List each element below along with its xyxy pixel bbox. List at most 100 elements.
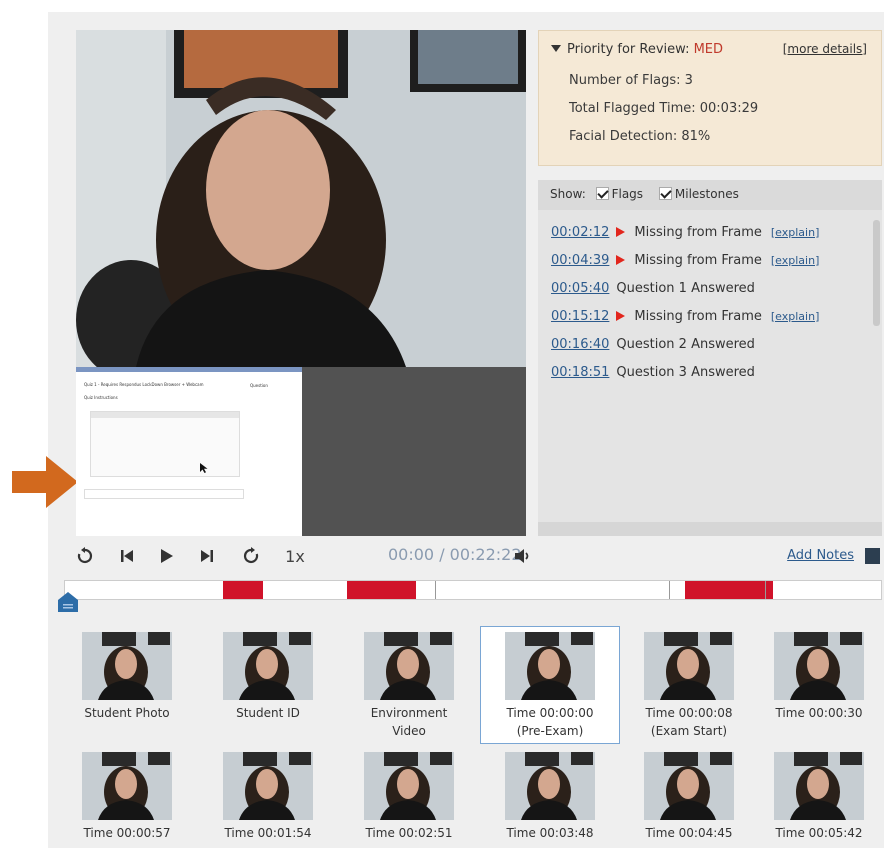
skip-forward-icon [201, 550, 213, 562]
flag-segment[interactable] [347, 581, 416, 599]
priority-label: Priority for Review: [567, 42, 694, 57]
skip-back-button[interactable] [116, 544, 138, 568]
event-time-link[interactable]: 00:04:39 [551, 253, 609, 268]
thumbnail-time-00-00-30[interactable]: Time 00:00:30 [756, 632, 882, 740]
webcam-feed [76, 30, 526, 367]
thumbnail-time[interactable]: Time 00:03:48 [487, 752, 613, 842]
event-time-link[interactable]: 00:16:40 [551, 337, 609, 352]
milestone-marker[interactable] [435, 581, 436, 599]
thumbnail-time[interactable]: Time 00:00:57 [64, 752, 190, 842]
thumbnail-label: Student ID [236, 706, 300, 720]
thumbnail-pre-exam-selected[interactable]: Time 00:00:00 (Pre-Exam) [480, 626, 620, 744]
thumbnail-time[interactable]: Time 00:02:51 [346, 752, 472, 842]
flags-checkbox-label: Flags [611, 187, 644, 201]
flagged-time: Total Flagged Time: 00:03:29 [569, 101, 759, 116]
volume-icon [515, 549, 529, 563]
thumbnail-label: Time 00:02:51 [365, 826, 453, 840]
thumbnail-image [223, 752, 313, 820]
flag-segment[interactable] [223, 581, 263, 599]
flags-checkbox[interactable] [595, 187, 609, 200]
thumbnail-time[interactable]: Time 00:01:54 [205, 752, 331, 842]
thumbnail-image [774, 632, 864, 700]
playhead-icon[interactable] [56, 590, 80, 614]
thumbnail-label: Time 00:04:45 [645, 826, 733, 840]
thumbnail-label-line2: (Pre-Exam) [516, 724, 584, 738]
screen-recording-question-box [90, 411, 240, 477]
thumbnail-image [82, 632, 172, 700]
milestone-marker[interactable] [669, 581, 670, 599]
thumbnail-label: Time 00:00:57 [83, 826, 171, 840]
events-scrollbar[interactable] [873, 220, 880, 326]
thumbnail-image [364, 752, 454, 820]
explain-link[interactable]: [explain] [771, 254, 819, 267]
thumbnail-image [505, 752, 595, 820]
thumbnail-label: Time 00:05:42 [775, 826, 863, 840]
notes-icon[interactable] [865, 548, 880, 564]
pointer-arrow-icon [12, 456, 78, 508]
explain-link[interactable]: [explain] [771, 310, 819, 323]
rewind-icon [77, 547, 93, 564]
event-row: 00:18:51 Question 3 Answered [551, 358, 871, 386]
priority-toggle[interactable]: Priority for Review: MED [551, 42, 723, 57]
events-list: 00:02:12 Missing from Frame [explain] 00:0… [551, 218, 871, 386]
play-button[interactable] [156, 544, 178, 568]
screen-recording-subtitle: Quiz Instructions [84, 395, 118, 400]
event-time-link[interactable]: 00:02:12 [551, 225, 609, 240]
collapse-triangle-icon [551, 45, 561, 52]
more-details-link[interactable]: [more details] [783, 42, 867, 56]
thumbnail-time[interactable]: Time 00:04:45 [626, 752, 752, 842]
thumbnail-label-line1: Environment [370, 706, 448, 720]
proctoring-review-screen: Quiz 1 - Requires Respondus LockDown Bro… [0, 0, 884, 848]
empty-video-panel [302, 367, 526, 536]
webcam-image [76, 30, 526, 367]
timeline-track[interactable] [64, 580, 882, 600]
thumbnail-label: Environment Video [346, 704, 472, 740]
fast-forward-button[interactable] [240, 544, 262, 568]
event-text: Missing from Frame [634, 252, 762, 268]
thumbnail-label-line2: Video [392, 724, 426, 738]
flag-icon [616, 255, 626, 265]
volume-button[interactable] [512, 544, 534, 568]
event-text: Question 2 Answered [616, 336, 755, 352]
thumbnail-student-id[interactable]: Student ID [205, 632, 331, 740]
mouse-cursor-icon [200, 463, 208, 473]
rewind-button[interactable] [74, 544, 96, 568]
priority-value: MED [693, 42, 724, 57]
thumbnail-label-line1: Time 00:00:00 [506, 706, 594, 720]
facial-detection: Facial Detection: 81% [569, 129, 711, 144]
milestone-marker[interactable] [765, 581, 766, 599]
add-notes-link[interactable]: Add Notes [787, 548, 854, 563]
thumbnail-student-photo[interactable]: Student Photo [64, 632, 190, 740]
flags-count: Number of Flags: 3 [569, 73, 693, 88]
event-row: 00:05:40 Question 1 Answered [551, 274, 871, 302]
priority-summary: Priority for Review: MED [more details] … [538, 30, 882, 166]
thumbnail-image [644, 752, 734, 820]
thumbnail-label: Time 00:01:54 [224, 826, 312, 840]
thumbnail-environment-video[interactable]: Environment Video [346, 632, 472, 740]
event-text: Question 1 Answered [616, 280, 755, 296]
event-row: 00:04:39 Missing from Frame [explain] [551, 246, 871, 274]
event-text: Missing from Frame [634, 224, 762, 240]
thumbnail-label: Time 00:00:08 (Exam Start) [626, 704, 752, 740]
thumbnail-label-line2: (Exam Start) [650, 724, 728, 738]
screen-recording-title: Quiz 1 - Requires Respondus LockDown Bro… [84, 382, 204, 387]
speed-button[interactable]: 1x [280, 544, 310, 568]
play-icon [161, 549, 173, 563]
skip-forward-button[interactable] [196, 544, 218, 568]
flag-segment[interactable] [685, 581, 773, 599]
thumbnail-exam-start[interactable]: Time 00:00:08 (Exam Start) [626, 632, 752, 740]
event-time-link[interactable]: 00:05:40 [551, 281, 609, 296]
thumbnail-label: Time 00:00:00 (Pre-Exam) [481, 704, 619, 740]
thumbnail-label: Student Photo [84, 706, 170, 720]
event-row: 00:16:40 Question 2 Answered [551, 330, 871, 358]
thumbnail-image [364, 632, 454, 700]
video-player[interactable]: Quiz 1 - Requires Respondus LockDown Bro… [76, 30, 526, 536]
event-time-link[interactable]: 00:18:51 [551, 365, 609, 380]
time-display: 00:00 / 00:22:22 [388, 545, 522, 564]
explain-link[interactable]: [explain] [771, 226, 819, 239]
thumbnail-image [505, 632, 595, 700]
thumbnail-image [223, 632, 313, 700]
milestones-checkbox[interactable] [658, 187, 672, 200]
event-time-link[interactable]: 00:15:12 [551, 309, 609, 324]
thumbnail-time[interactable]: Time 00:05:42 [756, 752, 882, 842]
